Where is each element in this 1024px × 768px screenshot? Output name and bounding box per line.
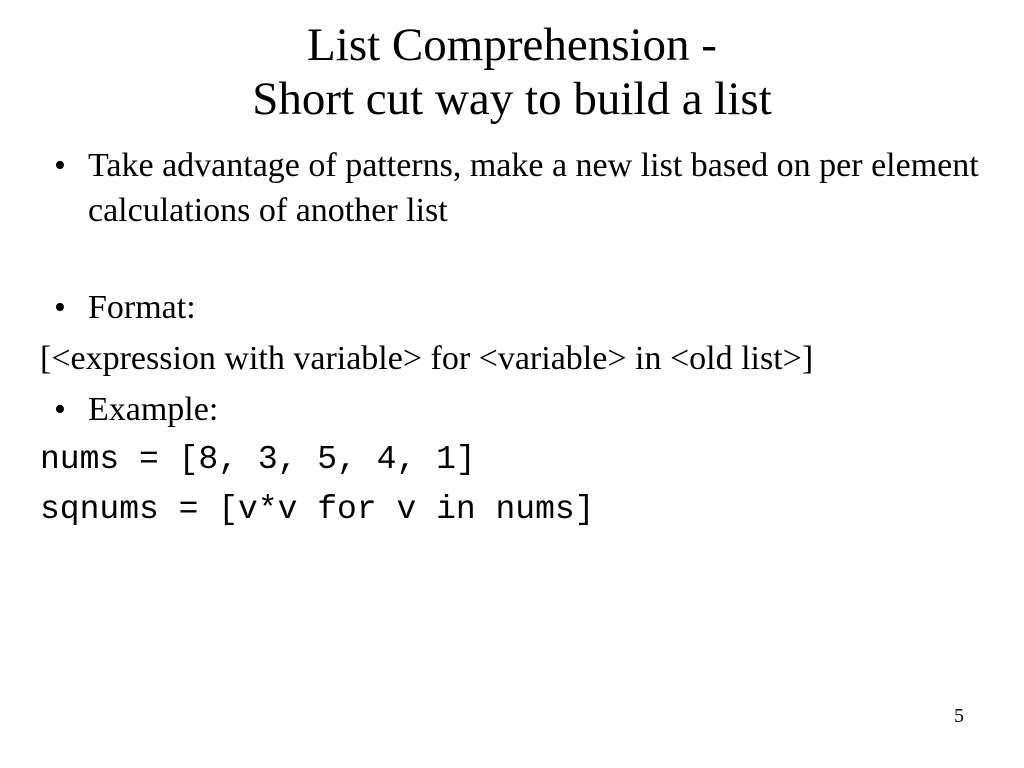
page-number: 5 xyxy=(954,705,964,728)
format-syntax: [<expression with variable> for <variabl… xyxy=(40,337,984,382)
title-line-2: Short cut way to build a list xyxy=(252,73,772,125)
bullet-intro: Take advantage of patterns, make a new l… xyxy=(40,144,984,234)
code-line-1: nums = [8, 3, 5, 4, 1] xyxy=(40,438,984,482)
title-line-1: List Comprehension - xyxy=(307,19,717,71)
slide-body: Take advantage of patterns, make a new l… xyxy=(40,144,984,531)
bullet-format-label: Format: xyxy=(40,286,984,331)
spacer xyxy=(40,240,984,286)
slide-title: List Comprehension - Short cut way to bu… xyxy=(40,18,984,126)
code-line-2: sqnums = [v*v for v in nums] xyxy=(40,488,984,532)
bullet-example-label: Example: xyxy=(40,388,984,433)
